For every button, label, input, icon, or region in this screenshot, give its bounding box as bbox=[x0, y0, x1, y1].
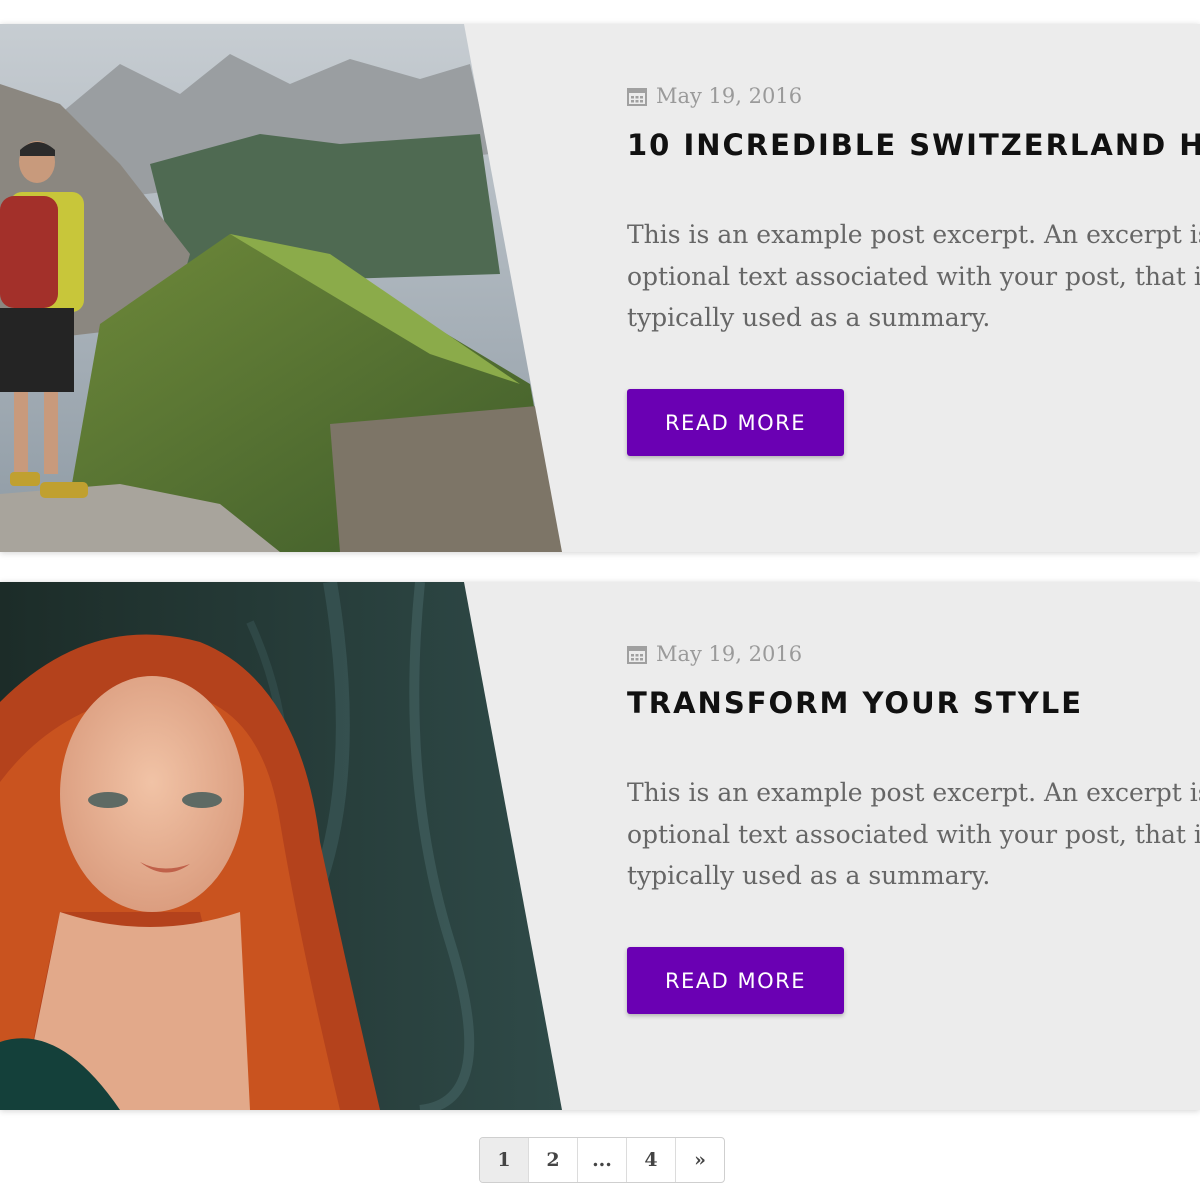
post-title-link[interactable]: Transform Your Style bbox=[627, 686, 1083, 720]
calendar-icon bbox=[627, 645, 647, 664]
page-link-1[interactable]: 1 bbox=[480, 1138, 529, 1182]
page-link-4[interactable]: 4 bbox=[627, 1138, 676, 1182]
post-excerpt: This is an example post excerpt. An exce… bbox=[627, 772, 1200, 897]
post-excerpt: This is an example post excerpt. An exce… bbox=[627, 214, 1200, 339]
diagonal-divider bbox=[464, 582, 624, 1110]
post-date: May 19, 2016 bbox=[627, 642, 802, 666]
excerpt-line: This is an example post excerpt. An exce… bbox=[627, 778, 1200, 807]
post-date-text: May 19, 2016 bbox=[656, 84, 803, 108]
excerpt-line: This is an example post excerpt. An exce… bbox=[627, 220, 1200, 249]
page-ellipsis: ... bbox=[578, 1138, 627, 1182]
diagonal-divider bbox=[464, 24, 624, 552]
double-chevron-right-icon: » bbox=[694, 1149, 706, 1171]
next-page-button[interactable]: » bbox=[676, 1138, 724, 1182]
read-more-button[interactable]: READ MORE bbox=[627, 947, 844, 1014]
calendar-icon bbox=[627, 87, 647, 106]
excerpt-line: optional text associated with your post,… bbox=[627, 261, 1200, 291]
post-date: May 19, 2016 bbox=[627, 84, 802, 108]
excerpt-line: typically used as a summary. bbox=[627, 861, 991, 890]
pagination: 1 2 ... 4 » bbox=[479, 1137, 725, 1183]
read-more-button[interactable]: READ MORE bbox=[627, 389, 844, 456]
post-title-link[interactable]: 10 Incredible Switzerland Hikes bbox=[627, 128, 1200, 162]
excerpt-line: typically used as a summary. bbox=[627, 303, 991, 332]
page-link-2[interactable]: 2 bbox=[529, 1138, 578, 1182]
post-card: May 19, 2016 Transform Your Style This i… bbox=[0, 582, 1200, 1110]
post-card: May 19, 2016 10 Incredible Switzerland H… bbox=[0, 24, 1200, 552]
excerpt-line: optional text associated with your post,… bbox=[627, 819, 1200, 849]
post-date-text: May 19, 2016 bbox=[656, 642, 803, 666]
